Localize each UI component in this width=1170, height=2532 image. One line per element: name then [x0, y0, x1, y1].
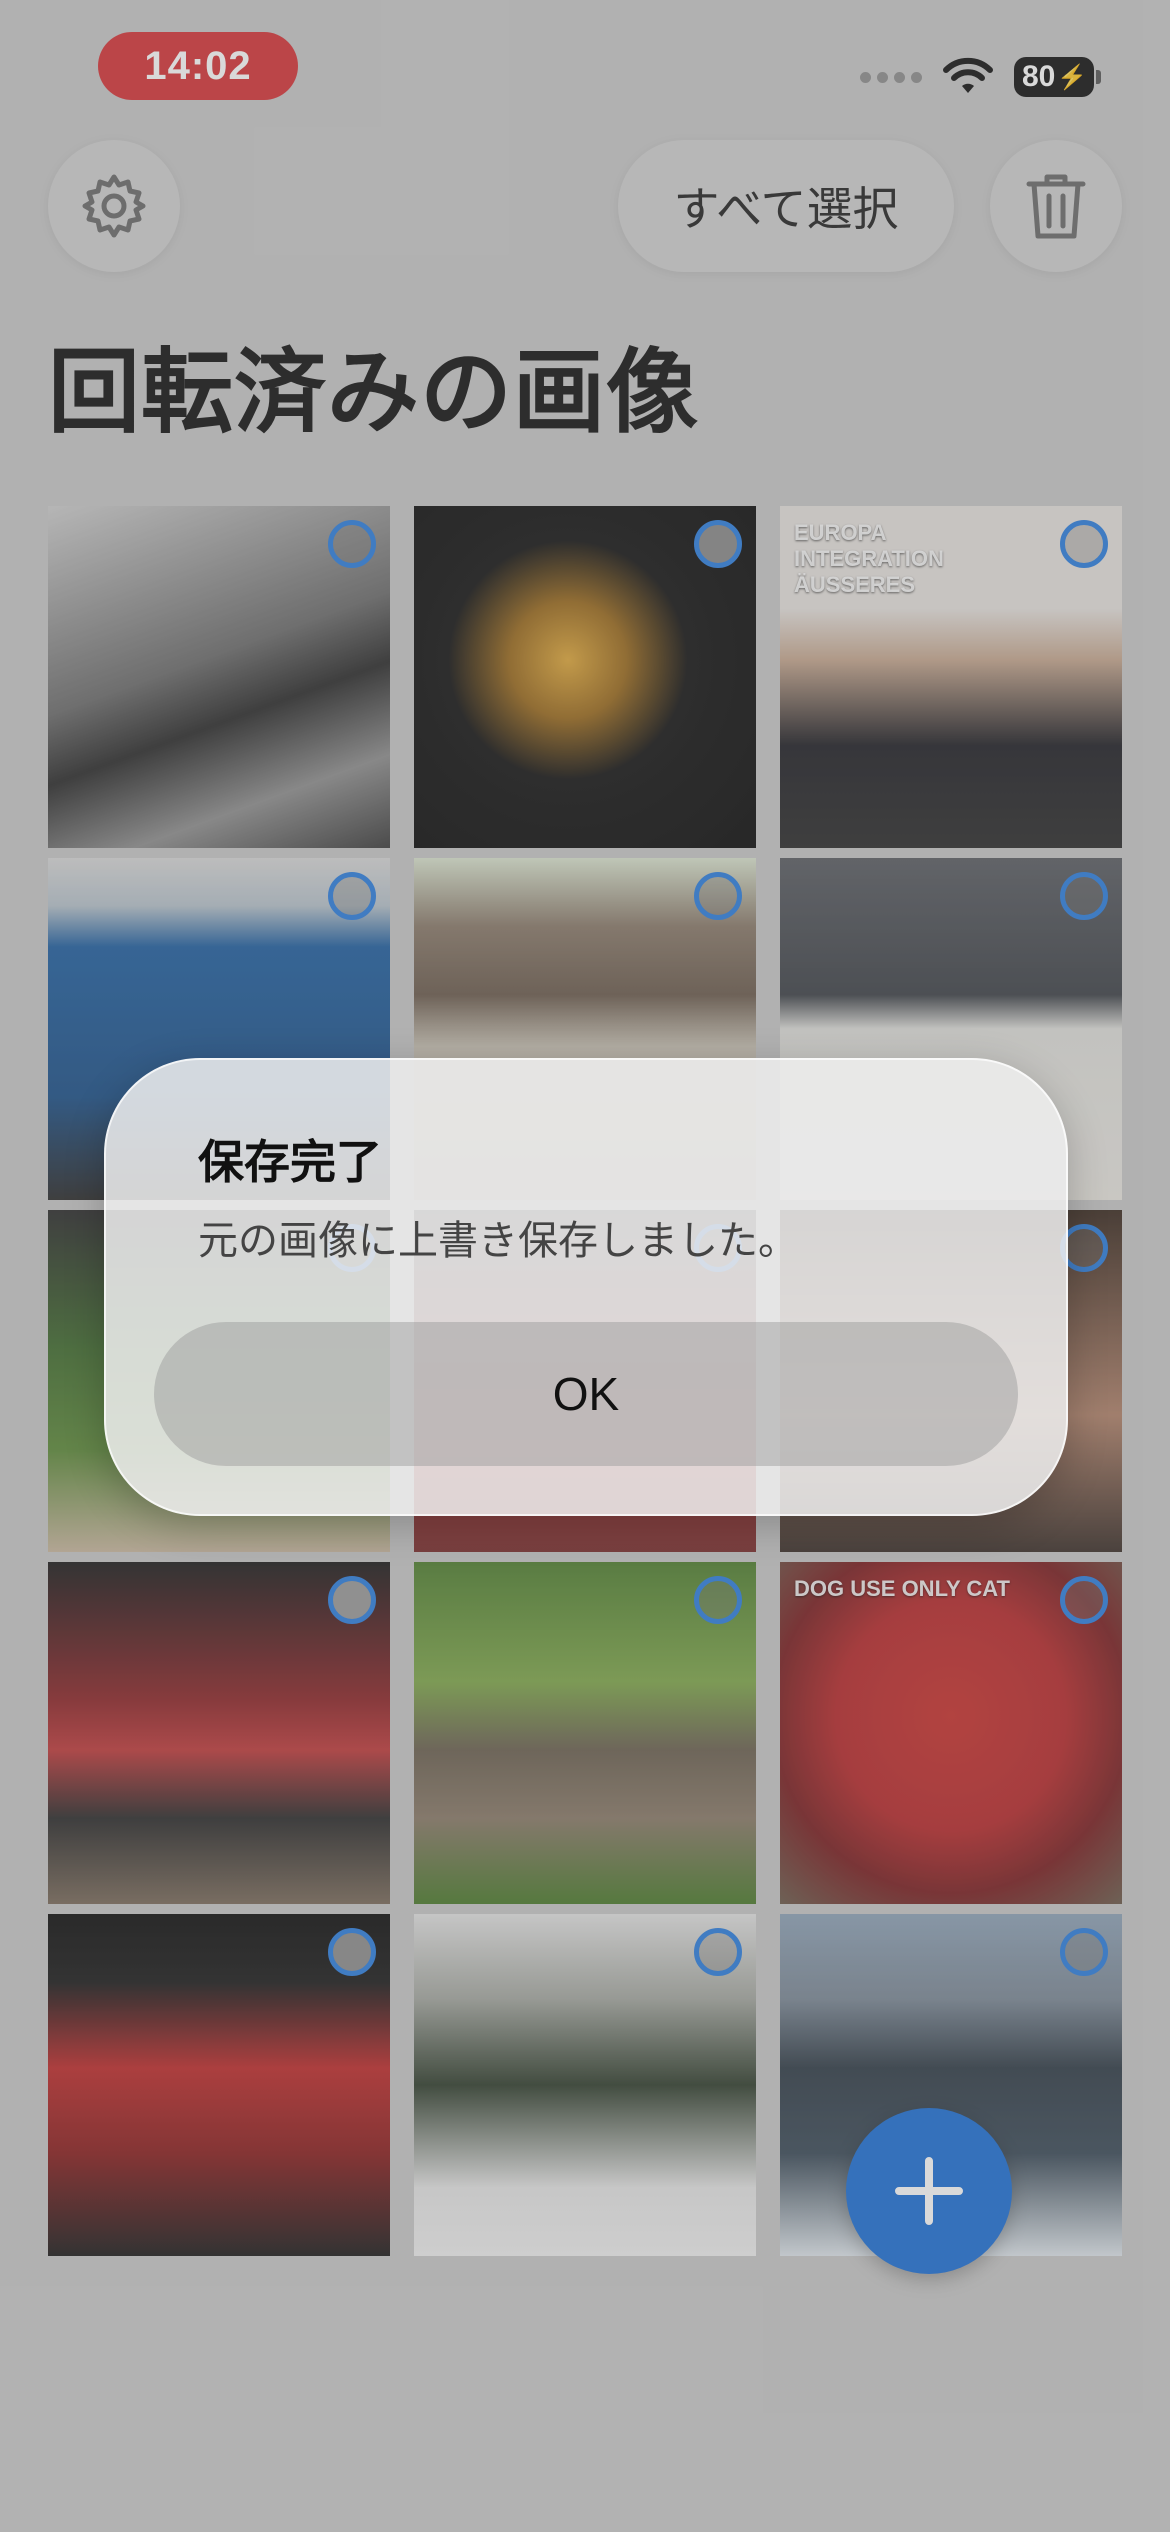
alert-title: 保存完了 [198, 1135, 382, 1189]
alert-message: 元の画像に上書き保存しました。 [198, 1218, 798, 1264]
ok-label: OK [552, 1368, 620, 1420]
ok-button[interactable]: OK [154, 1322, 1018, 1466]
save-complete-alert: 保存完了 元の画像に上書き保存しました。 OK [104, 1058, 1068, 1516]
